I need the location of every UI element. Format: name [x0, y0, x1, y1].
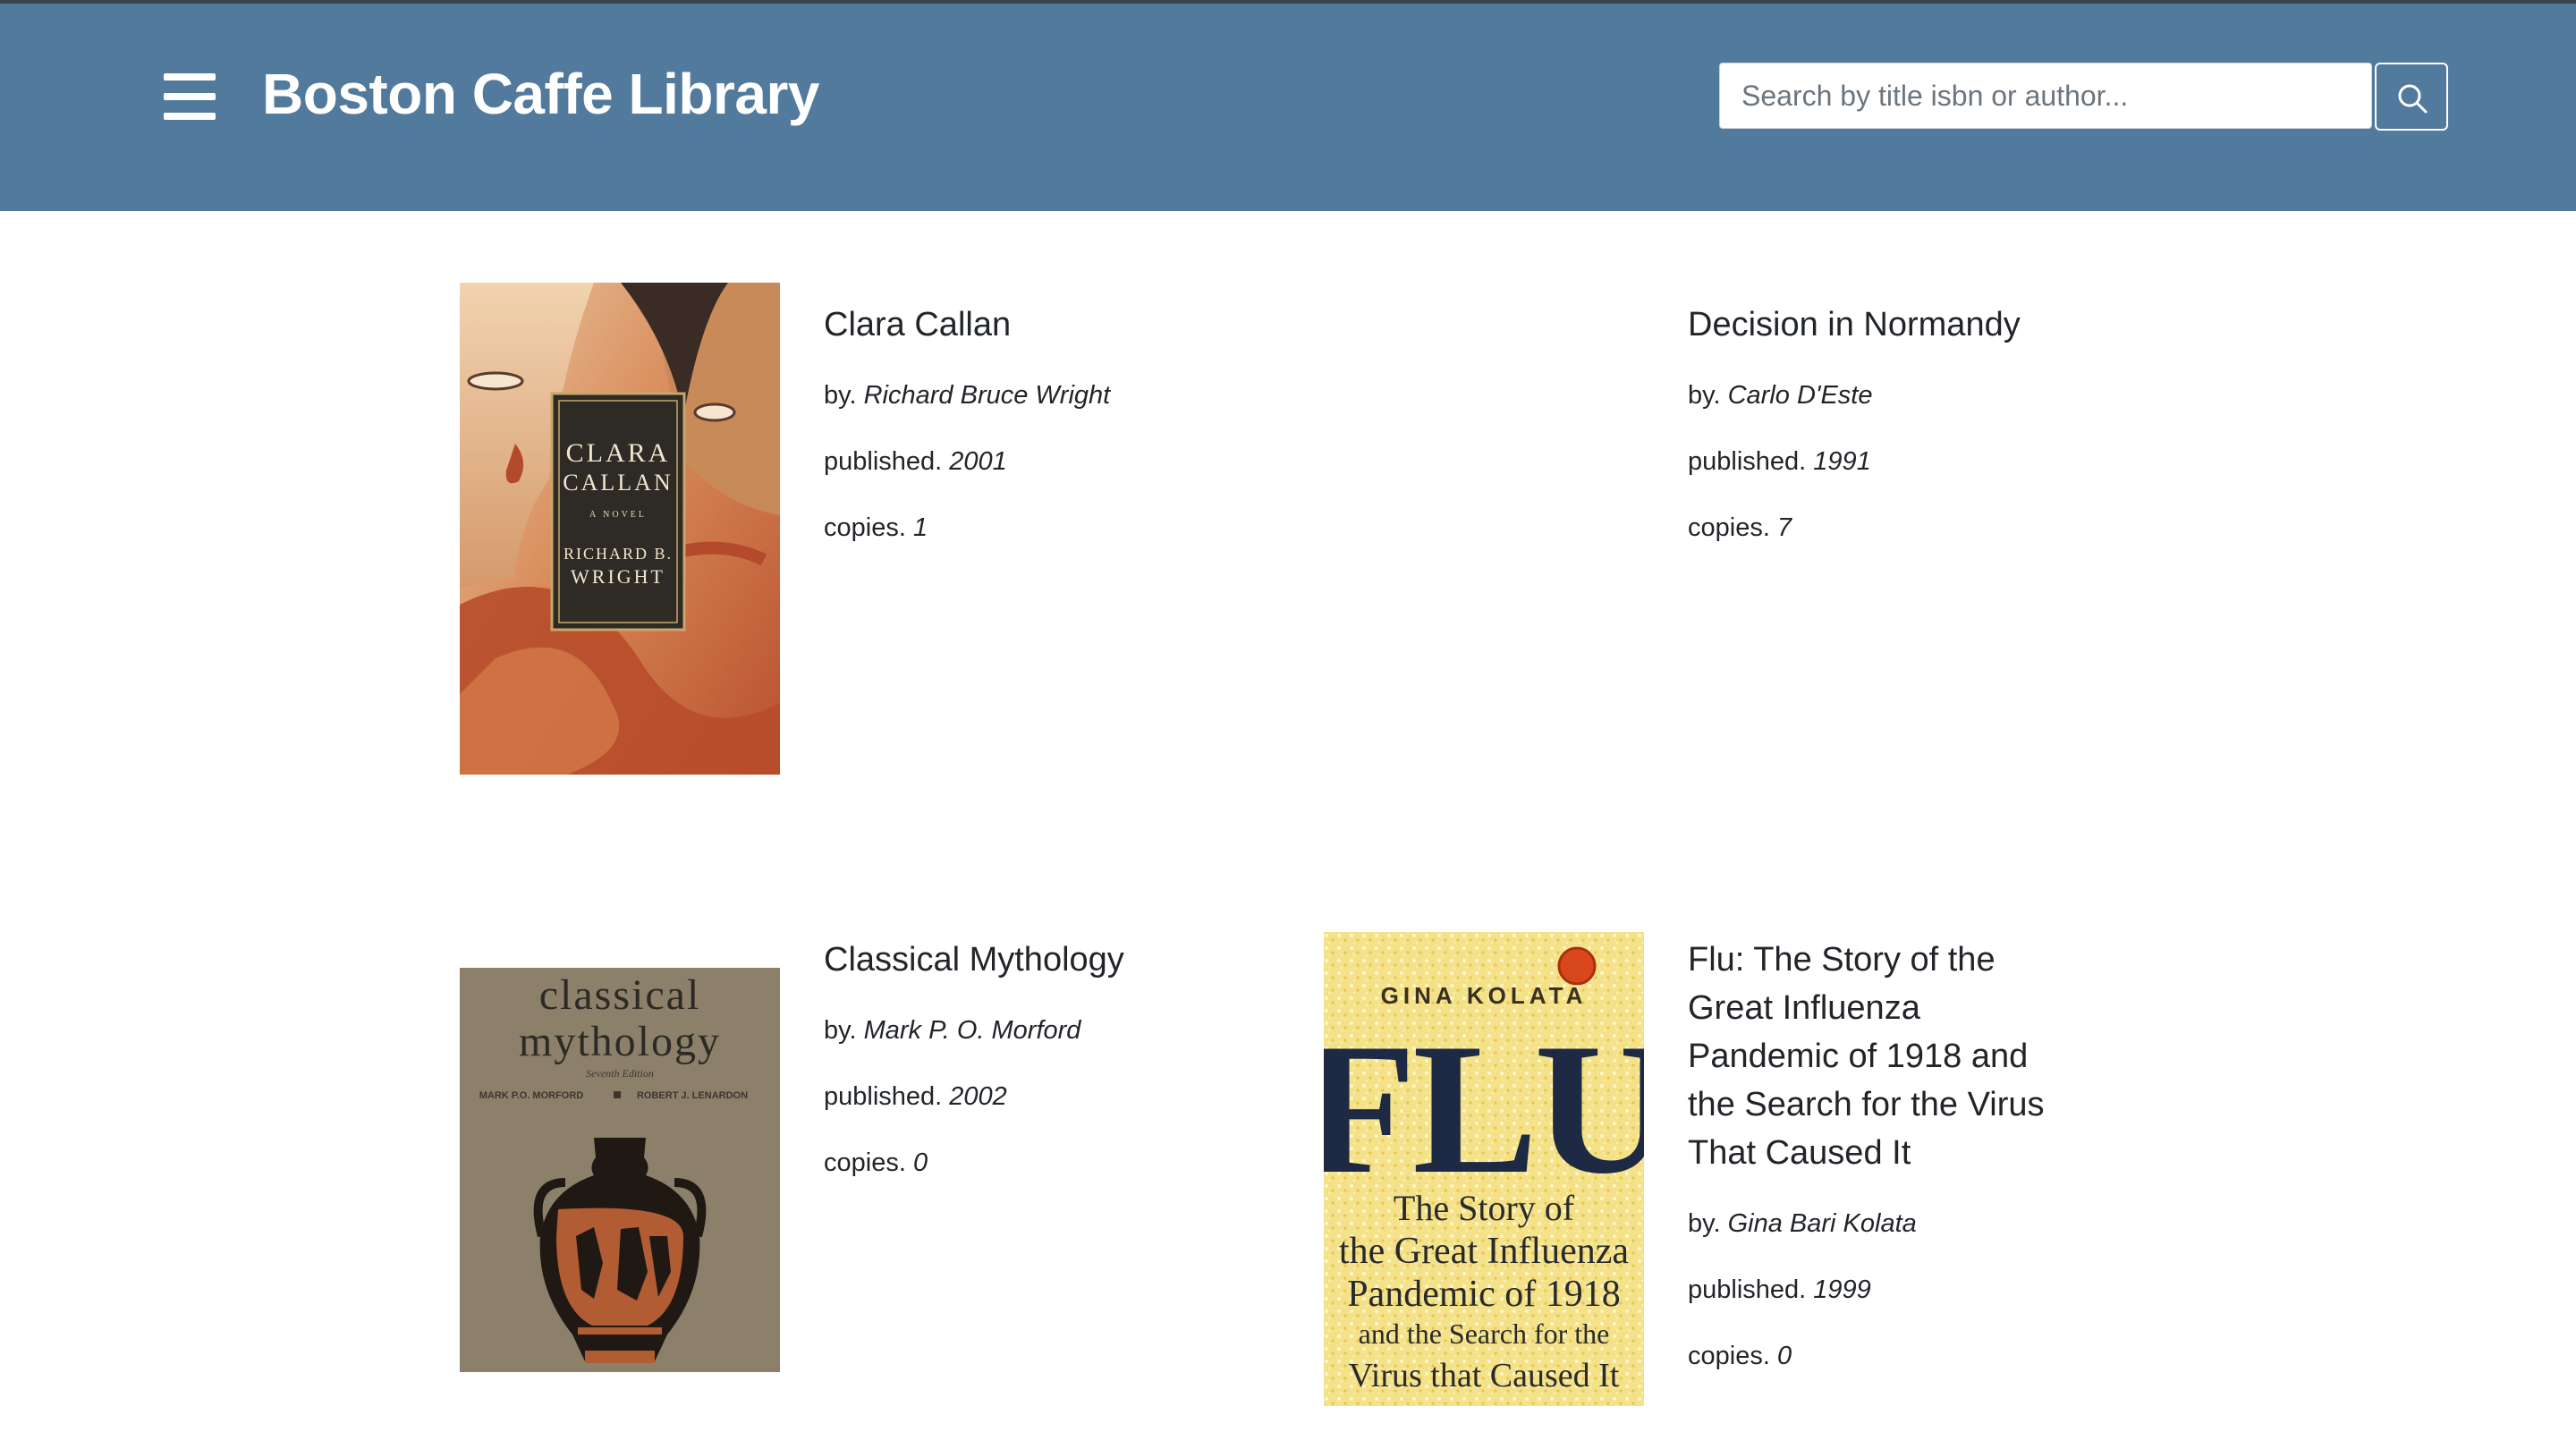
book-published: published. 2002 [824, 1082, 1007, 1111]
book-cover-flu[interactable]: GINA KOLATA FLU The Story of the Great I… [1324, 932, 1644, 1406]
book-title[interactable]: Clara Callan [824, 301, 1325, 349]
svg-text:the Great Influenza: the Great Influenza [1339, 1231, 1630, 1272]
svg-text:WRIGHT: WRIGHT [571, 565, 665, 588]
search-input[interactable] [1719, 63, 2372, 129]
book-author: by. Richard Bruce Wright [824, 381, 1111, 410]
book-title[interactable]: Flu: The Story of the Great Influenza Pa… [1688, 936, 2224, 1177]
brand-title[interactable]: Boston Caffe Library [262, 61, 819, 127]
svg-text:mythology: mythology [519, 1018, 721, 1065]
book-published: published. 1991 [1688, 447, 1871, 476]
search-button[interactable] [2375, 63, 2448, 131]
svg-text:RICHARD B.: RICHARD B. [564, 545, 673, 563]
book-published: published. 2001 [824, 447, 1007, 476]
svg-text:classical: classical [539, 971, 701, 1019]
book-copies: copies. 0 [1688, 1342, 1792, 1370]
svg-text:Seventh Edition: Seventh Edition [586, 1067, 654, 1080]
svg-text:FLU: FLU [1324, 1005, 1644, 1213]
book-author: by. Gina Bari Kolata [1688, 1209, 1917, 1238]
book-copies: copies. 7 [1688, 513, 1792, 542]
book-cover-classical-mythology[interactable]: classical mythology Seventh Edition MARK… [460, 968, 780, 1372]
book-title[interactable]: Decision in Normandy [1688, 301, 2189, 349]
svg-text:CALLAN: CALLAN [563, 470, 673, 496]
svg-text:Virus that Caused It: Virus that Caused It [1349, 1357, 1620, 1394]
navbar: Boston Caffe Library [0, 4, 2576, 211]
svg-text:A NOVEL: A NOVEL [589, 510, 647, 520]
book-author: by. Mark P. O. Morford [824, 1016, 1081, 1045]
hamburger-menu-icon[interactable] [164, 72, 216, 120]
svg-text:ROBERT J. LENARDON: ROBERT J. LENARDON [637, 1090, 748, 1101]
svg-text:MARK P.O. MORFORD: MARK P.O. MORFORD [479, 1090, 584, 1101]
book-cover-clara-callan[interactable]: CLARA CALLAN A NOVEL RICHARD B. WRIGHT [460, 283, 780, 775]
book-title[interactable]: Classical Mythology [824, 936, 1325, 984]
book-author: by. Carlo D'Este [1688, 381, 1873, 410]
svg-text:CLARA: CLARA [566, 438, 671, 468]
svg-text:and the Search for the: and the Search for the [1359, 1318, 1610, 1350]
search-icon [2398, 84, 2428, 114]
book-published: published. 1999 [1688, 1275, 1871, 1304]
svg-text:The Story of: The Story of [1394, 1188, 1575, 1228]
svg-text:Pandemic of 1918: Pandemic of 1918 [1347, 1274, 1621, 1315]
book-copies: copies. 1 [824, 513, 928, 542]
book-copies: copies. 0 [824, 1148, 928, 1177]
